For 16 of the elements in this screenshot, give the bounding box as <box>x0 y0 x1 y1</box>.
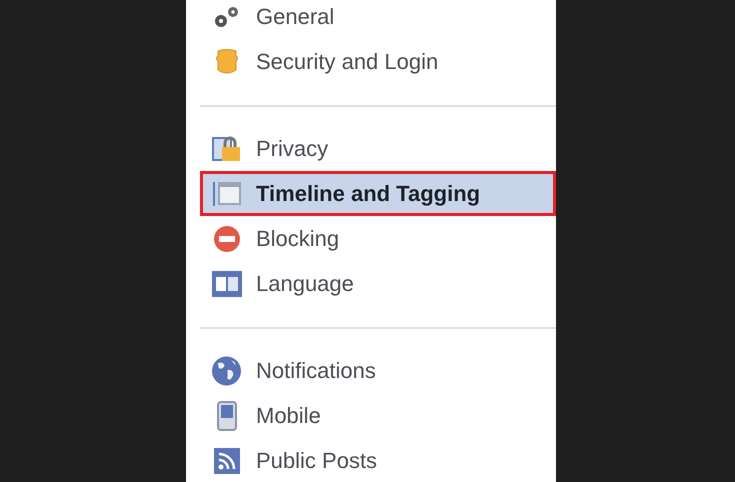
menu-item[interactable]: Blocking <box>200 216 556 261</box>
menu-item[interactable]: General <box>200 0 556 39</box>
no-entry-icon <box>212 224 240 252</box>
rss-icon <box>214 448 240 474</box>
menu-item[interactable]: Privacy <box>200 126 556 171</box>
lock-icon <box>212 134 242 162</box>
globe-icon <box>211 354 242 386</box>
menu-item[interactable]: Notifications <box>200 348 556 393</box>
badge-icon <box>214 48 240 76</box>
menu-item[interactable]: Public Posts <box>200 438 556 482</box>
phone-icon <box>214 400 238 430</box>
menu-item[interactable]: Security and Login <box>200 39 556 84</box>
timeline-icon <box>212 180 242 206</box>
menu-item[interactable]: Timeline and Tagging <box>200 171 556 216</box>
menu-item[interactable]: Mobile <box>200 393 556 438</box>
menu-item[interactable]: Language <box>200 261 556 306</box>
